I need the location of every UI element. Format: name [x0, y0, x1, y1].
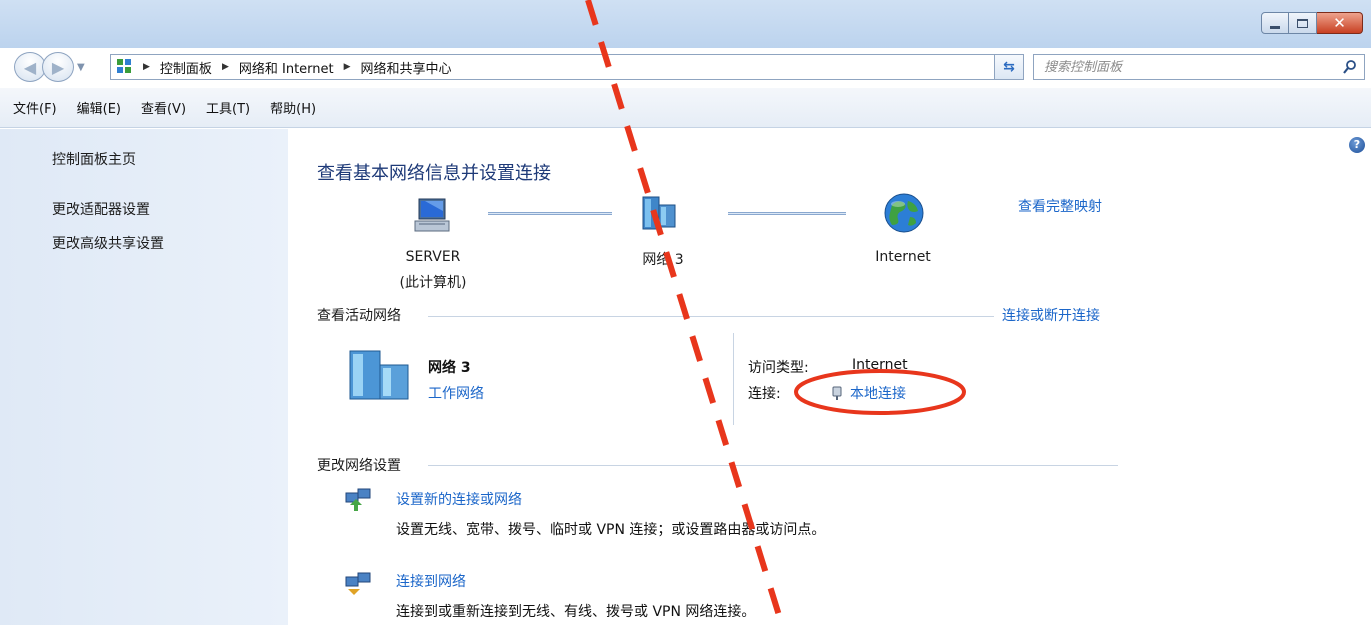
breadcrumb-control-panel[interactable]: 控制面板 [160, 58, 212, 77]
active-networks-heading: 查看活动网络 [317, 308, 401, 324]
map-node-internet[interactable] [874, 191, 934, 239]
section-divider [428, 316, 994, 317]
setup-connection-icon [345, 488, 371, 511]
breadcrumb-separator-icon[interactable]: ▶ [344, 62, 351, 72]
arrow-left-icon: ◀ [23, 57, 37, 77]
page-title: 查看基本网络信息并设置连接 [317, 163, 551, 184]
computer-name: SERVER [405, 249, 461, 265]
computer-icon [414, 198, 450, 232]
internet-label: Internet [875, 249, 931, 265]
map-node-network[interactable] [626, 193, 696, 237]
search-icon[interactable] [1342, 59, 1358, 75]
connect-to-network-description: 连接到或重新连接到无线、有线、拨号或 VPN 网络连接。 [396, 604, 756, 620]
window-titlebar[interactable]: ✕ [0, 0, 1371, 48]
menu-help[interactable]: 帮助(H) [270, 98, 316, 117]
address-bar[interactable]: ▶ 控制面板 ▶ 网络和 Internet ▶ 网络和共享中心 ▼ [110, 54, 1024, 80]
local-connection-link[interactable]: 本地连接 [832, 383, 906, 403]
network-name: 网络 3 [642, 252, 684, 268]
close-button[interactable]: ✕ [1317, 12, 1363, 34]
search-input[interactable] [1044, 59, 1324, 75]
sidebar-item-control-panel-home[interactable]: 控制面板主页 [52, 149, 136, 169]
local-connection-label[interactable]: 本地连接 [850, 383, 906, 403]
minimize-icon [1270, 25, 1280, 29]
section-divider [428, 465, 1118, 466]
menu-edit[interactable]: 编辑(E) [77, 98, 121, 117]
change-settings-heading: 更改网络设置 [317, 458, 401, 474]
breadcrumb-separator-icon[interactable]: ▶ [143, 62, 150, 72]
globe-icon [884, 193, 924, 233]
arrow-right-icon: ▶ [51, 57, 65, 77]
sidebar: 控制面板主页 更改适配器设置 更改高级共享设置 [0, 129, 288, 625]
breadcrumb-network-sharing-center[interactable]: 网络和共享中心 [361, 58, 452, 77]
maximize-icon [1297, 18, 1308, 28]
main-content: ? 查看基本网络信息并设置连接 查看完整映射 SERVER (此计算机) 网络 … [288, 129, 1371, 625]
menu-tools[interactable]: 工具(T) [206, 98, 250, 117]
active-network-name: 网络 3 [428, 360, 471, 376]
connect-to-network-icon [345, 572, 371, 595]
menu-file[interactable]: 文件(F) [13, 98, 57, 117]
connections-label: 连接: [748, 386, 781, 402]
access-type-label: 访问类型: [748, 360, 809, 376]
recent-pages-dropdown[interactable]: ▼ [77, 62, 85, 73]
active-network-icon [349, 350, 409, 400]
window-caption-buttons: ✕ [1261, 12, 1363, 34]
address-row: ◀ ▶ ▼ ▶ 控制面板 ▶ 网络和 Internet ▶ 网络和共享中心 ▼ … [0, 48, 1371, 88]
maximize-button[interactable] [1289, 12, 1317, 34]
map-node-computer[interactable] [388, 195, 478, 239]
setup-new-connection-link[interactable]: 设置新的连接或网络 [396, 489, 522, 509]
close-icon: ✕ [1333, 13, 1346, 32]
setup-new-connection-description: 设置无线、宽带、拨号、临时或 VPN 连接；或设置路由器或访问点。 [396, 522, 826, 538]
connect-to-network-link[interactable]: 连接到网络 [396, 571, 466, 591]
menu-bar: 文件(F) 编辑(E) 查看(V) 工具(T) 帮助(H) [0, 88, 1371, 128]
network-location-type-link[interactable]: 工作网络 [428, 383, 484, 403]
active-network-divider [733, 333, 734, 425]
breadcrumb-network-internet[interactable]: 网络和 Internet [239, 58, 334, 77]
computer-subtitle: (此计算机) [399, 275, 467, 291]
refresh-button[interactable]: ⇆ [994, 54, 1024, 80]
connect-disconnect-link[interactable]: 连接或断开连接 [1002, 305, 1100, 325]
network-icon [642, 196, 676, 230]
search-box[interactable] [1033, 54, 1365, 80]
sidebar-item-change-adapter-settings[interactable]: 更改适配器设置 [52, 199, 150, 219]
access-type-value: Internet [852, 357, 908, 373]
see-full-map-link[interactable]: 查看完整映射 [1018, 196, 1102, 216]
forward-button[interactable]: ▶ [42, 52, 74, 82]
menu-view[interactable]: 查看(V) [141, 98, 186, 117]
plug-icon [832, 386, 842, 400]
navigation-buttons: ◀ ▶ ▼ [14, 52, 85, 82]
control-panel-icon [117, 59, 133, 75]
help-icon[interactable]: ? [1349, 137, 1365, 153]
refresh-icon: ⇆ [1003, 59, 1015, 75]
sidebar-item-change-advanced-sharing[interactable]: 更改高级共享设置 [52, 233, 164, 253]
breadcrumb-separator-icon[interactable]: ▶ [222, 62, 229, 72]
map-connection-line [488, 212, 612, 215]
map-connection-line [728, 212, 846, 215]
minimize-button[interactable] [1261, 12, 1289, 34]
